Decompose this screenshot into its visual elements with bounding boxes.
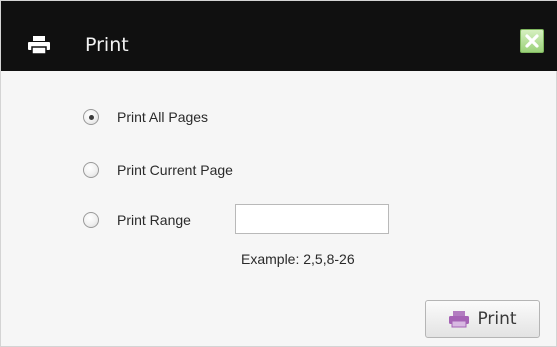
print-dialog: Print Print All Pages Print Current Page…	[0, 0, 557, 347]
option-label: Print Range	[117, 212, 191, 228]
option-label: Print Current Page	[117, 162, 233, 178]
dialog-title: Print	[85, 34, 129, 56]
option-print-current-page[interactable]: Print Current Page	[83, 158, 233, 182]
radio-print-all-pages[interactable]	[83, 109, 99, 125]
printer-icon	[448, 310, 470, 328]
title-bar: Print	[1, 1, 557, 71]
option-print-all-pages[interactable]: Print All Pages	[83, 105, 208, 129]
page-range-input[interactable]	[235, 204, 389, 234]
option-print-range[interactable]: Print Range	[83, 208, 191, 232]
radio-print-current-page[interactable]	[83, 162, 99, 178]
close-icon	[525, 34, 539, 48]
printer-icon	[27, 35, 51, 55]
print-button-label: Print	[477, 309, 517, 329]
radio-print-range[interactable]	[83, 212, 99, 228]
print-button[interactable]: Print	[425, 300, 540, 338]
option-label: Print All Pages	[117, 109, 209, 125]
range-example-text: Example: 2,5,8-26	[241, 251, 355, 267]
close-button[interactable]	[520, 29, 544, 53]
